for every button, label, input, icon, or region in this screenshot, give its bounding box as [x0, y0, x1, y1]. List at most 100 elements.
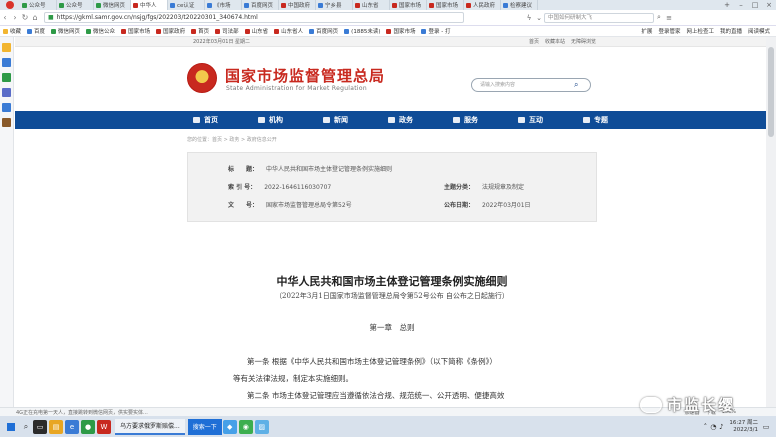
back-icon[interactable]: ‹ [0, 13, 10, 22]
dropdown-icon[interactable]: ⌄ [534, 14, 544, 22]
bookmark-item[interactable]: 首页 [191, 27, 209, 35]
lightning-icon[interactable]: ϟ [524, 14, 534, 22]
nav-item[interactable]: 首页 [193, 115, 218, 125]
game-icon[interactable] [2, 118, 11, 127]
minimize-icon[interactable]: – [734, 0, 748, 10]
forward-icon[interactable]: › [10, 13, 20, 22]
browser-tab[interactable]: 山东省 [353, 0, 390, 10]
app-icon-photos[interactable]: ▨ [254, 419, 269, 434]
bookmark-item[interactable]: 国家市场 [386, 27, 415, 35]
top-link[interactable]: 收藏本站 [545, 38, 565, 45]
download-icon[interactable] [2, 73, 11, 82]
menu-icon[interactable]: ≡ [664, 14, 674, 22]
browser-tab[interactable]: 公众号 [57, 0, 94, 10]
taskbar-clock[interactable]: 16:27 周二 2022/3/1 [729, 420, 758, 434]
bookmark-item[interactable]: 百度 [27, 27, 45, 35]
browser-search-input[interactable]: 中国如何研制大飞 [544, 12, 654, 23]
os-taskbar: ⌕ ▭ ▤ e ● W 乌方要求俄罗斯赔偿... 搜索一下 ◆ ◉ ▨ ˄ ◔ … [0, 416, 776, 437]
bookmark-item[interactable]: 收藏 [3, 27, 21, 35]
network-icon[interactable]: ◔ [709, 423, 717, 431]
browser-tab[interactable]: 国家市场 [427, 0, 464, 10]
office-icon[interactable]: W [97, 419, 111, 434]
scrollbar[interactable] [766, 37, 776, 407]
taskbar-search-icon[interactable]: ⌕ [20, 422, 32, 432]
tab-favicon-icon [281, 2, 286, 8]
new-tab-icon[interactable]: + [720, 0, 734, 10]
nav-item[interactable]: 机构 [258, 115, 283, 125]
site-search-input[interactable]: 请输入搜索内容 [471, 78, 591, 92]
tab-favicon-icon [207, 2, 212, 8]
chevron-up-icon[interactable]: ˄ [701, 423, 709, 431]
bookmark-favicon-icon [3, 28, 8, 34]
browser-tab[interactable]: 百度网页 [242, 0, 279, 10]
nav-item[interactable]: 专题 [583, 115, 608, 125]
toolbar-extension-item[interactable]: 网上检查工 [686, 27, 714, 35]
bookmark-item[interactable]: 司法部 [215, 27, 239, 35]
browser-tab[interactable]: 微信网页 [94, 0, 131, 10]
windows-start-icon[interactable] [0, 422, 20, 431]
app-icon-green[interactable]: ◉ [238, 419, 253, 434]
history-icon[interactable] [2, 58, 11, 67]
bookmark-item[interactable]: 百度网页 [309, 27, 338, 35]
bookmark-item[interactable]: 山东省人 [274, 27, 303, 35]
browser-tab[interactable]: 《市场 [205, 0, 242, 10]
taskbar-task-browser[interactable]: 乌方要求俄罗斯赔偿... [115, 418, 185, 435]
browser-tab[interactable]: 中国政府 [279, 0, 316, 10]
home-icon[interactable]: ⌂ [30, 13, 40, 22]
browser-logo-icon[interactable] [0, 0, 20, 10]
bookmark-item[interactable]: 微信网页 [51, 27, 80, 35]
browser-tab[interactable]: 人民政府 [464, 0, 501, 10]
edge-icon[interactable]: e [65, 419, 79, 434]
top-link[interactable]: 首页 [529, 38, 539, 45]
search-icon[interactable]: ⌕ [654, 13, 664, 22]
toolbar-extension-item[interactable]: 登录管家 [658, 27, 680, 35]
url-input[interactable]: ■ https://gkml.samr.gov.cn/nsjg/fgs/2022… [44, 12, 464, 23]
close-window-icon[interactable]: × [762, 0, 776, 10]
star-icon[interactable] [2, 43, 11, 52]
site-title[interactable]: 国家市场监督管理总局 [225, 65, 385, 86]
top-link[interactable]: 无障碍浏览 [571, 38, 596, 45]
mail-icon[interactable] [2, 103, 11, 112]
bookmark-item[interactable]: 微信公众 [86, 27, 115, 35]
note-icon[interactable] [2, 88, 11, 97]
file-explorer-icon[interactable]: ▤ [49, 419, 63, 434]
maximize-icon[interactable]: □ [748, 0, 762, 10]
bookmark-item[interactable]: 国家市场 [121, 27, 150, 35]
browser-tab[interactable]: 中华人 [131, 0, 168, 10]
status-news-ticker[interactable]: 4G正在充电第一天人，直接跳转到微信网页，供实要实体... [16, 409, 148, 416]
browser-tab[interactable]: 国家市场 [390, 0, 427, 10]
browser-tab[interactable]: 宁乡县 [316, 0, 353, 10]
bookmark-favicon-icon [309, 28, 315, 34]
toolbar-extension-item[interactable]: 阅读模式 [748, 27, 770, 35]
tab-favicon-icon [133, 2, 138, 8]
bookmark-favicon-icon [86, 28, 92, 34]
browser-tab[interactable]: 检察建议 [501, 0, 538, 10]
nav-item[interactable]: 新闻 [323, 115, 348, 125]
site-search-icon[interactable]: ⌕ [574, 80, 578, 90]
tab-favicon-icon [355, 2, 360, 8]
toolbar-extension-item[interactable]: 扩展 [641, 27, 652, 35]
scrollbar-thumb[interactable] [768, 47, 774, 137]
toolbar-extension-item[interactable]: 我的直播 [720, 27, 742, 35]
nav-item[interactable]: 互动 [518, 115, 543, 125]
address-bar: ‹ › ↻ ⌂ ■ https://gkml.samr.gov.cn/nsjg/… [0, 10, 776, 26]
app-icon-blue[interactable]: ◆ [222, 419, 237, 434]
wechat-icon[interactable]: ● [81, 419, 95, 434]
bookmark-item[interactable]: 登录 - 打 [421, 27, 450, 35]
bookmark-item[interactable]: 国家政府 [156, 27, 185, 35]
nav-item[interactable]: 政务 [388, 115, 413, 125]
task-view-icon[interactable]: ▭ [33, 419, 47, 434]
watermark-text: 市监长缨 [667, 396, 736, 414]
browser-tab-bar: 公众号 公众号 微信网页 中华人 ce认证 《市场 百度网页 中国政府 宁乡县 山东省 国家市场 国家… [0, 0, 776, 10]
volume-icon[interactable]: ♪ [717, 423, 725, 431]
info-index-row: 索 引 号： 2022-1646116030707 [228, 184, 332, 191]
taskbar-task-search[interactable]: 搜索一下 [187, 418, 222, 435]
refresh-icon[interactable]: ↻ [20, 13, 30, 22]
notification-icon[interactable]: ▭ [762, 423, 770, 431]
bookmark-item[interactable]: 山东省 [244, 27, 268, 35]
bookmark-item[interactable]: (1885未读) [344, 27, 380, 35]
browser-tab[interactable]: ce认证 [168, 0, 205, 10]
nav-item[interactable]: 服务 [453, 115, 478, 125]
web-page: 2022年03月01日 星期二 首页 收藏本站 无障碍浏览 国家市场监督管理总局 S… [15, 37, 766, 407]
browser-tab[interactable]: 公众号 [20, 0, 57, 10]
